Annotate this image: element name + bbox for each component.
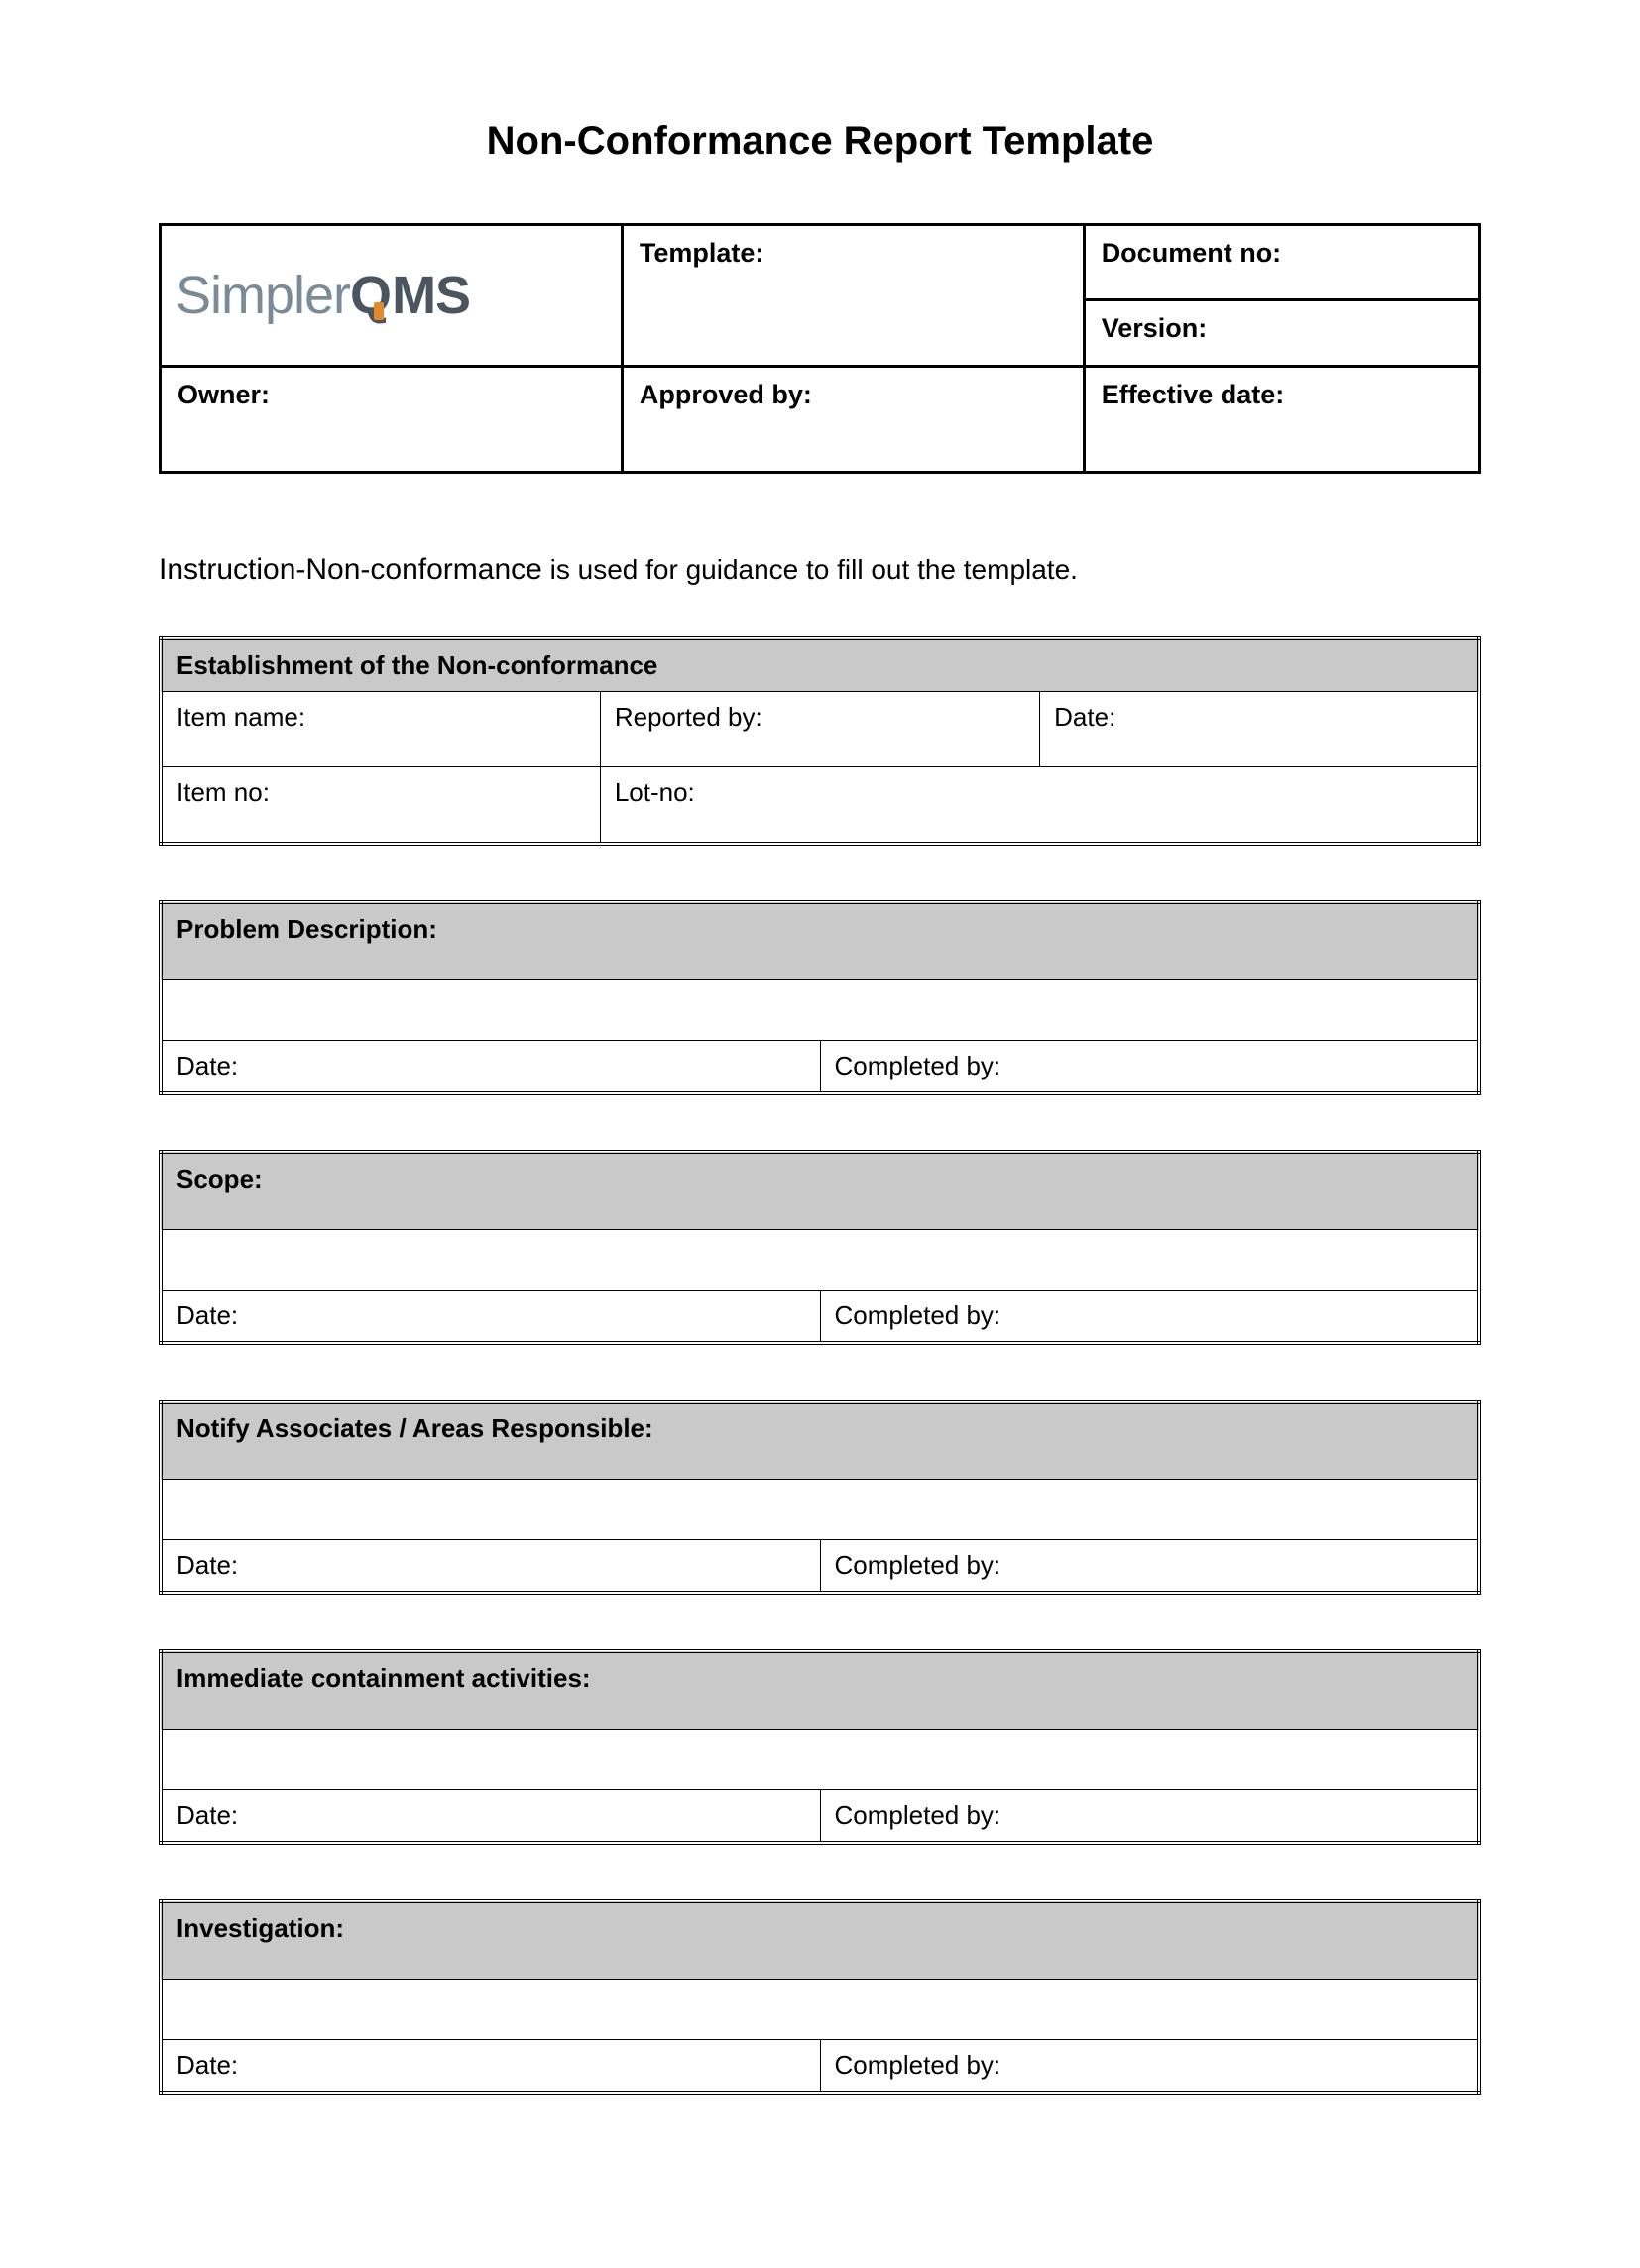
header-meta-table: Simpler Q MS Template: Document no: Vers… <box>159 223 1481 474</box>
notify-completed-by: Completed by: <box>820 1540 1479 1594</box>
version-label: Version: <box>1084 300 1479 367</box>
section-establishment: Establishment of the Non-conformance Ite… <box>159 636 1481 846</box>
scope-date: Date: <box>161 1291 820 1344</box>
investigation-date: Date: <box>161 2040 820 2094</box>
establishment-item-name: Item name: <box>161 692 600 767</box>
containment-title: Immediate containment activities: <box>161 1651 1479 1730</box>
establishment-date: Date: <box>1040 692 1479 767</box>
scope-title: Scope: <box>161 1152 1479 1230</box>
containment-date: Date: <box>161 1790 820 1844</box>
owner-label: Owner: <box>161 367 623 473</box>
section-scope: Scope: Date: Completed by: <box>159 1150 1481 1345</box>
simplerqms-logo: Simpler Q MS <box>176 265 607 326</box>
instruction-line: Instruction-Non-conformance is used for … <box>159 553 1481 587</box>
establishment-reported-by: Reported by: <box>600 692 1039 767</box>
logo-text-ms: MS <box>392 265 470 326</box>
page-container: Non-Conformance Report Template Simpler … <box>0 0 1640 2268</box>
investigation-body[interactable] <box>161 1980 1479 2040</box>
section-investigation: Investigation: Date: Completed by: <box>159 1899 1481 2095</box>
problem-description-title: Problem Description: <box>161 902 1479 980</box>
instruction-rest: is used for guidance to fill out the tem… <box>542 554 1078 585</box>
section-containment: Immediate containment activities: Date: … <box>159 1649 1481 1845</box>
effective-date-label: Effective date: <box>1084 367 1479 473</box>
establishment-item-no: Item no: <box>161 767 600 845</box>
document-title: Non-Conformance Report Template <box>159 119 1481 164</box>
logo-letter-q: Q <box>350 266 392 325</box>
section-problem-description: Problem Description: Date: Completed by: <box>159 900 1481 1095</box>
logo-text-simpler: Simpler <box>176 265 350 326</box>
investigation-title: Investigation: <box>161 1901 1479 1980</box>
containment-body[interactable] <box>161 1730 1479 1790</box>
section-notify: Notify Associates / Areas Responsible: D… <box>159 1400 1481 1595</box>
logo-q-accent-icon <box>374 302 384 320</box>
problem-description-date: Date: <box>161 1041 820 1094</box>
template-label: Template: <box>622 225 1084 367</box>
scope-completed-by: Completed by: <box>820 1291 1479 1344</box>
containment-completed-by: Completed by: <box>820 1790 1479 1844</box>
notify-date: Date: <box>161 1540 820 1594</box>
scope-body[interactable] <box>161 1230 1479 1291</box>
document-no-label: Document no: <box>1084 225 1479 300</box>
notify-title: Notify Associates / Areas Responsible: <box>161 1402 1479 1480</box>
logo-text-q: Q <box>350 265 392 326</box>
logo-cell: Simpler Q MS <box>161 225 623 367</box>
investigation-completed-by: Completed by: <box>820 2040 1479 2094</box>
establishment-lot-no: Lot-no: <box>600 767 1479 845</box>
problem-description-completed-by: Completed by: <box>820 1041 1479 1094</box>
establishment-title: Establishment of the Non-conformance <box>161 638 1479 692</box>
approved-by-label: Approved by: <box>622 367 1084 473</box>
instruction-lead: Instruction-Non-conformance <box>159 553 542 586</box>
notify-body[interactable] <box>161 1480 1479 1540</box>
problem-description-body[interactable] <box>161 980 1479 1041</box>
